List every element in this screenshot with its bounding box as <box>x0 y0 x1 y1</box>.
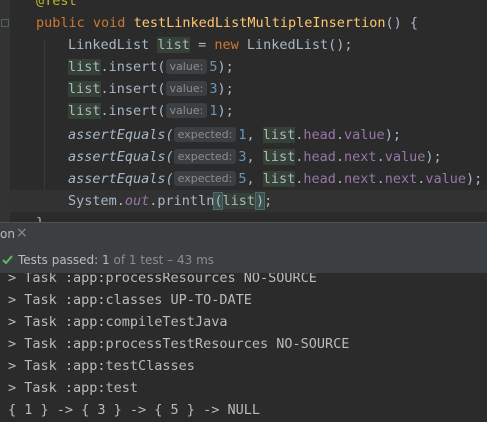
test-status-bar: Tests passed: 1 of 1 test – 43 ms <box>0 247 487 273</box>
run-tab-label[interactable]: on <box>0 227 15 241</box>
code-line-println: System.out.println(list); <box>10 190 487 212</box>
param-hint: expected: <box>173 127 237 142</box>
console-line: > Task :app:test <box>8 380 139 396</box>
console-line: > Task :app:compileTestJava <box>8 314 228 330</box>
param-hint: value: <box>165 59 208 74</box>
code-line-closing-brace: } <box>36 212 44 222</box>
param-hint: value: <box>165 81 208 96</box>
code-line-insert-2: list.insert(value: 3); <box>68 81 234 97</box>
param-hint: expected: <box>173 171 237 186</box>
code-line-insert-3: list.insert(value: 1); <box>68 103 234 119</box>
code-line-assert-3: assertEquals(expected: 5, list.head.next.… <box>68 171 483 187</box>
code-line-declaration: LinkedList list = new LinkedList(); <box>68 37 353 53</box>
indent-guide <box>44 40 45 210</box>
check-icon <box>2 255 13 265</box>
test-status-text: Tests passed: 1 of 1 test – 43 ms <box>18 253 215 267</box>
code-editor[interactable]: @Test public void testLinkedListMultiple… <box>0 0 487 222</box>
code-line-annotation: @Test <box>36 0 77 9</box>
code-line-assert-1: assertEquals(expected: 1, list.head.value… <box>68 127 401 143</box>
method-name: testLinkedListMultipleInsertion <box>133 15 386 31</box>
console-line: > Task :app:classes UP-TO-DATE <box>8 292 252 308</box>
console-line: { 1 } -> { 3 } -> { 5 } -> NULL <box>8 402 260 418</box>
close-icon[interactable]: × <box>16 225 28 241</box>
console-output[interactable]: > Task :app:processResources NO-SOURCE >… <box>0 273 487 422</box>
code-line-insert-1: list.insert(value: 5); <box>68 59 234 75</box>
code-line-method-signature: public void testLinkedListMultipleInsert… <box>36 15 419 31</box>
run-tool-window-header: on × <box>0 222 487 248</box>
console-line: > Task :app:processResources NO-SOURCE <box>8 273 317 286</box>
fold-marker-icon[interactable] <box>1 19 9 27</box>
editor-gutter <box>0 0 10 222</box>
param-hint: expected: <box>173 149 237 164</box>
param-hint: value: <box>165 103 208 118</box>
console-line: > Task :app:testClasses <box>8 358 195 374</box>
console-line: > Task :app:processTestResources NO-SOUR… <box>8 336 350 352</box>
code-line-assert-2: assertEquals(expected: 3, list.head.next.… <box>68 149 442 165</box>
